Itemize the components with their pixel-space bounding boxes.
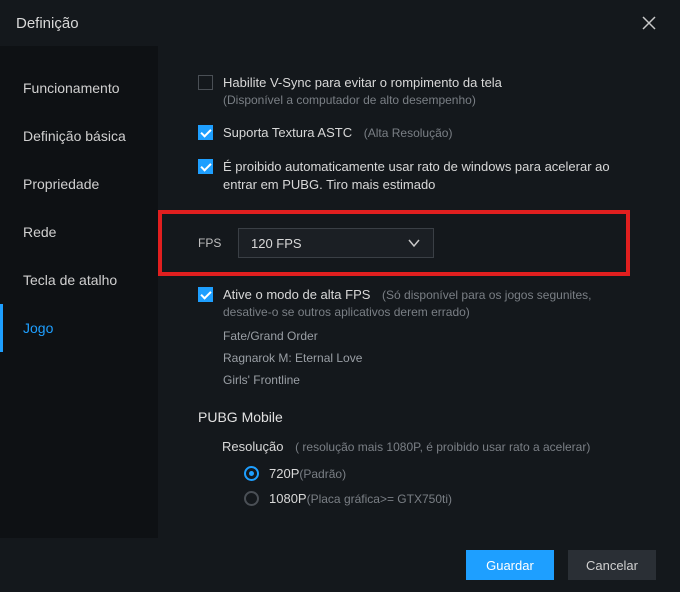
pubg-mouse-label: É proibido automaticamente usar rato de … (223, 158, 643, 194)
resolution-label: Resolução (222, 439, 283, 454)
pubg-mobile-heading: PUBG Mobile (198, 409, 660, 425)
radio-label: 1080P (269, 491, 307, 506)
resolution-option-720p[interactable]: 720P (Padrão) (244, 466, 660, 481)
high-fps-checkbox[interactable] (198, 287, 213, 302)
sidebar: Funcionamento Definição básica Proprieda… (0, 46, 158, 538)
fps-value: 120 FPS (251, 236, 302, 251)
radio-label: 720P (269, 466, 299, 481)
vsync-label: Habilite V-Sync para evitar o rompimento… (223, 74, 502, 92)
sidebar-item-jogo[interactable]: Jogo (0, 304, 158, 352)
cancel-button[interactable]: Cancelar (568, 550, 656, 580)
pubg-mouse-checkbox[interactable] (198, 159, 213, 174)
vsync-sub: (Disponível a computador de alto desempe… (223, 92, 502, 108)
main-panel: Habilite V-Sync para evitar o rompimento… (158, 46, 680, 538)
chevron-down-icon (407, 236, 421, 250)
footer: Guardar Cancelar (0, 538, 680, 592)
high-fps-games-list: Fate/Grand Order Ragnarok M: Eternal Lov… (223, 325, 660, 391)
vsync-checkbox[interactable] (198, 75, 213, 90)
sidebar-item-propriedade[interactable]: Propriedade (0, 160, 158, 208)
fps-label: FPS (198, 236, 238, 250)
resolution-hint: ( resolução mais 1080P, é proibido usar … (295, 440, 590, 454)
astc-checkbox[interactable] (198, 125, 213, 140)
save-button[interactable]: Guardar (466, 550, 554, 580)
radio-sub: (Placa gráfica>= GTX750ti) (307, 492, 452, 506)
close-button[interactable] (634, 8, 664, 38)
high-fps-label: Ative o modo de alta FPS (223, 287, 370, 302)
sidebar-item-definicao-basica[interactable]: Definição básica (0, 112, 158, 160)
sidebar-item-funcionamento[interactable]: Funcionamento (0, 64, 158, 112)
sidebar-item-tecla-atalho[interactable]: Tecla de atalho (0, 256, 158, 304)
astc-sub: (Alta Resolução) (364, 126, 453, 140)
game-item: Girls' Frontline (223, 369, 660, 391)
resolution-option-1080p[interactable]: 1080P (Placa gráfica>= GTX750ti) (244, 491, 660, 506)
fps-dropdown[interactable]: 120 FPS (238, 228, 434, 258)
game-item: Fate/Grand Order (223, 325, 660, 347)
radio-icon (244, 491, 259, 506)
close-icon (642, 16, 656, 30)
sidebar-item-rede[interactable]: Rede (0, 208, 158, 256)
radio-icon (244, 466, 259, 481)
astc-label: Suporta Textura ASTC (223, 125, 352, 140)
fps-highlight-box: FPS 120 FPS (158, 210, 630, 276)
window-title: Definição (16, 15, 79, 32)
radio-sub: (Padrão) (299, 467, 346, 481)
game-item: Ragnarok M: Eternal Love (223, 347, 660, 369)
